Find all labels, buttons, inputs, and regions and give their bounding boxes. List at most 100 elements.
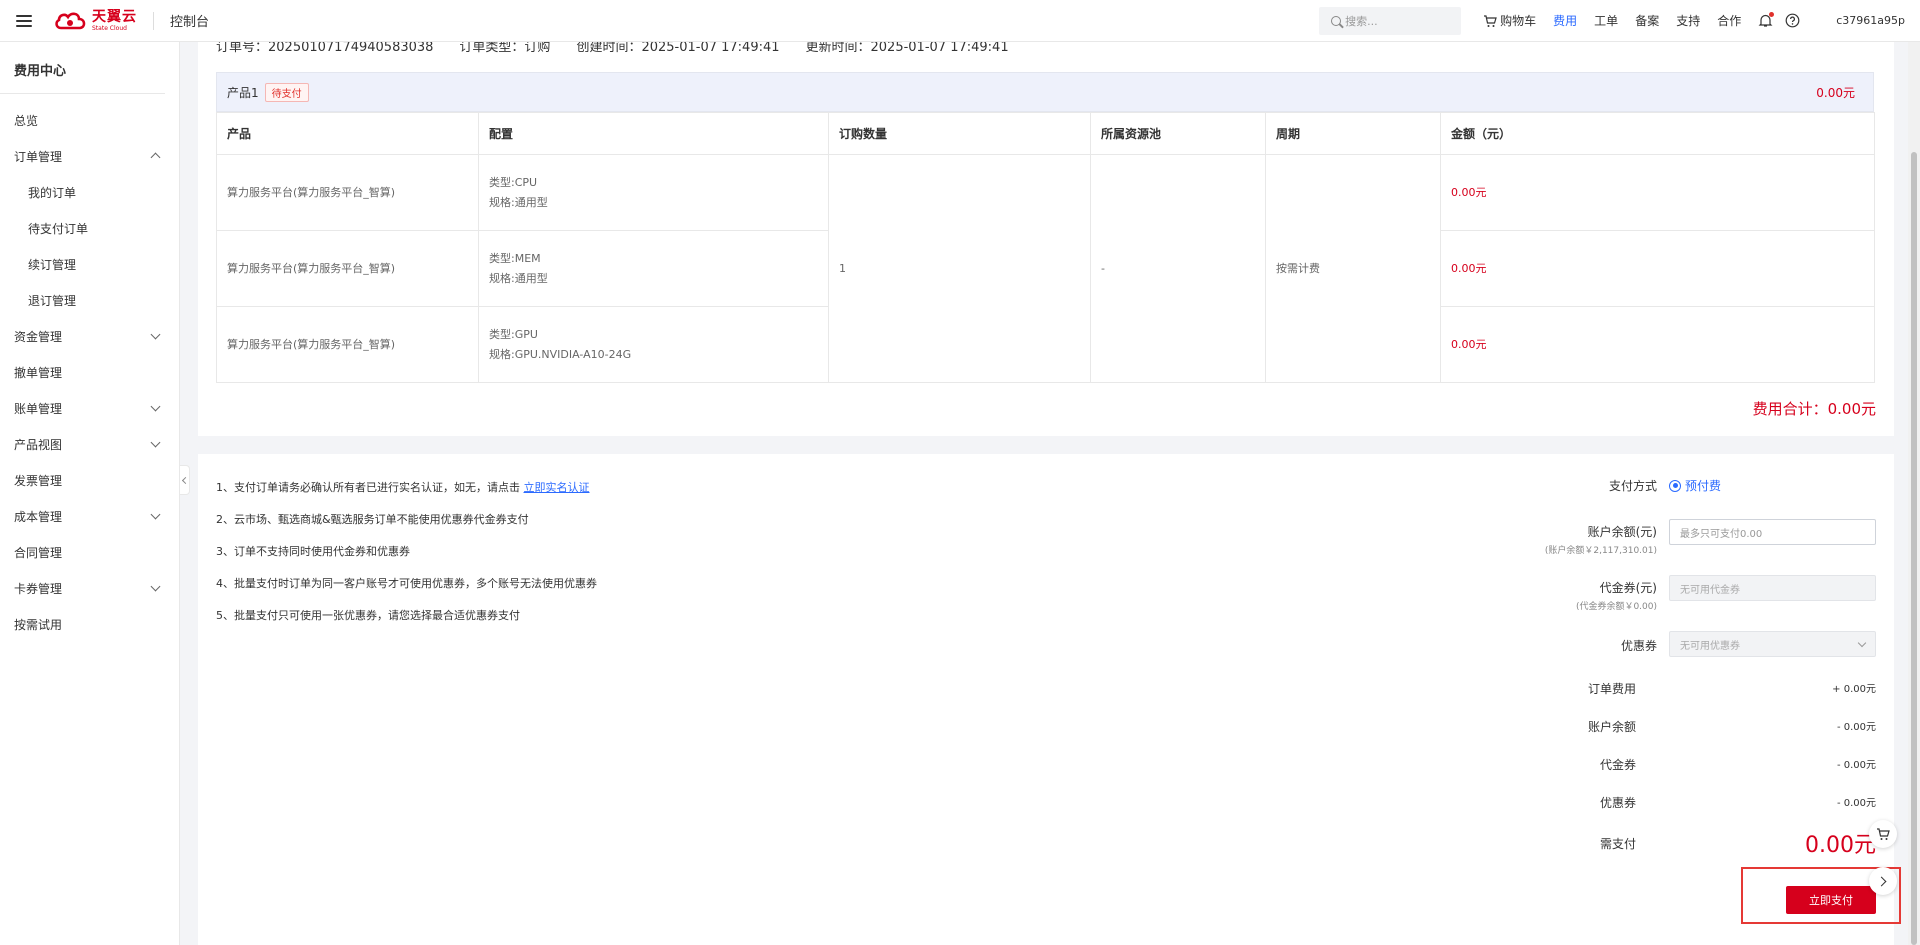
cell-pool: -: [1090, 154, 1266, 383]
sidebar-item[interactable]: 按需试用: [0, 606, 179, 642]
sidebar-item-label: 合同管理: [14, 545, 63, 560]
cart-icon: [1484, 14, 1497, 27]
search-input[interactable]: 搜索...: [1319, 6, 1462, 35]
balance-sub: (账户余额￥2,117,310.01): [1544, 546, 1657, 556]
sidebar-item[interactable]: 合同管理: [0, 534, 179, 570]
real-name-auth-link[interactable]: 立即实名认证: [524, 481, 590, 494]
pay-method-label: 支付方式: [1608, 479, 1657, 493]
sidebar-item[interactable]: 撤单管理: [0, 354, 179, 390]
acct-deduct-label: 账户余额: [1587, 720, 1636, 734]
nav-support[interactable]: 支持: [1676, 12, 1700, 29]
logo[interactable]: 天翼云 State Cloud: [54, 10, 137, 32]
logo-text-cn: 天翼云: [92, 8, 137, 25]
sidebar-item[interactable]: 卡券管理: [0, 570, 179, 606]
scrollbar[interactable]: [1908, 42, 1920, 945]
balance-label: 账户余额(元): [1587, 525, 1657, 539]
scrollbar-thumb[interactable]: [1911, 152, 1917, 945]
sidebar-item-label: 卡券管理: [14, 581, 63, 596]
sidebar-item-label: 按需试用: [14, 617, 63, 632]
sidebar-item[interactable]: 资金管理: [0, 318, 179, 354]
prepaid-radio[interactable]: 预付费: [1669, 477, 1721, 494]
cell-amount: 0.00元: [1440, 306, 1875, 383]
need-pay-value: 0.00元: [1805, 833, 1876, 858]
voucher-label: 代金券(元): [1599, 581, 1657, 595]
help-icon[interactable]: [1785, 13, 1800, 28]
sidebar-item-label: 总览: [14, 113, 39, 128]
bell-icon[interactable]: [1758, 12, 1775, 28]
note-2: 2、云市场、甄选商城&甄选服务订单不能使用优惠券代金券支付: [216, 513, 529, 526]
cell-product: 算力服务平台(算力服务平台_智算): [216, 154, 479, 231]
status-badge: 待支付: [264, 82, 309, 102]
sidebar-item[interactable]: 订单管理: [0, 138, 179, 174]
acct-deduct-value: - 0.00元: [1836, 722, 1876, 733]
sidebar-item[interactable]: 总览: [0, 102, 179, 138]
top-navbar: 天翼云 State Cloud 控制台 搜索... 购物车 费用 工单 备案 支…: [0, 0, 1920, 42]
col-header: 所属资源池: [1090, 112, 1266, 155]
cell-amount: 0.00元: [1440, 230, 1875, 307]
user-account[interactable]: c37961a95p: [1836, 14, 1905, 27]
nav-cart[interactable]: 购物车: [1483, 12, 1536, 29]
cell-product: 算力服务平台(算力服务平台_智算): [216, 230, 479, 307]
voucher-deduct-value: - 0.00元: [1836, 760, 1876, 771]
sidebar-item-label: 成本管理: [14, 509, 63, 524]
sidebar-item[interactable]: 续订管理: [0, 246, 179, 282]
sidebar-item-label: 发票管理: [14, 473, 63, 488]
nav-partner[interactable]: 合作: [1717, 12, 1741, 29]
sidebar-item[interactable]: 待支付订单: [0, 210, 179, 246]
sidebar-item[interactable]: 退订管理: [0, 282, 179, 318]
col-header: 配置: [478, 112, 829, 155]
chevron-down-icon: [150, 401, 161, 411]
chevron-down-icon: [150, 509, 161, 519]
divider: [153, 11, 154, 30]
fee-total: 费用合计：0.00元: [1752, 400, 1876, 418]
col-header: 周期: [1265, 112, 1441, 155]
nav-tickets[interactable]: 工单: [1594, 12, 1618, 29]
sidebar-item[interactable]: 成本管理: [0, 498, 179, 534]
console-link[interactable]: 控制台: [170, 11, 209, 30]
cell-config: 类型:GPU 规格:GPU.NVIDIA-A10-24G: [478, 306, 829, 383]
chevron-down-icon: [150, 437, 161, 447]
notification-dot: [1769, 12, 1775, 17]
cloud-logo-icon: [54, 11, 88, 31]
sidebar-item-label: 撤单管理: [14, 365, 63, 380]
col-header: 订购数量: [828, 112, 1091, 155]
chevron-up-icon: [150, 152, 161, 163]
menu-icon[interactable]: [16, 14, 32, 27]
logo-text-en: State Cloud: [92, 24, 127, 32]
cell-amount: 0.00元: [1440, 154, 1875, 231]
chevron-right-icon: [1876, 876, 1887, 886]
col-header: 金额（元）: [1440, 112, 1875, 155]
sidebar-item-label: 产品视图: [14, 437, 63, 452]
voucher-input[interactable]: 无可用代金券: [1669, 575, 1876, 601]
nav-fees[interactable]: 费用: [1553, 12, 1577, 29]
table-header-row: 产品 配置 订购数量 所属资源池 周期 金额（元）: [216, 112, 1875, 155]
sidebar-item-label: 待支付订单: [28, 221, 89, 236]
coupon-select[interactable]: 无可用优惠券: [1669, 631, 1876, 657]
order-fee-label: 订单费用: [1587, 682, 1636, 696]
col-header: 产品: [216, 112, 479, 155]
chevron-down-icon: [150, 329, 161, 339]
sidebar-collapse-button[interactable]: [180, 465, 190, 495]
nav-filing[interactable]: 备案: [1635, 12, 1659, 29]
sidebar: 费用中心 总览订单管理我的订单待支付订单续订管理退订管理资金管理撤单管理账单管理…: [0, 42, 180, 945]
sidebar-item-label: 订单管理: [14, 149, 63, 164]
coupon-label: 优惠券: [1620, 639, 1657, 653]
payment-card: 1、支付订单请务必确认所有者已进行实名认证，如无，请点击 立即实名认证 2、云市…: [198, 454, 1894, 945]
sidebar-item-label: 我的订单: [28, 185, 77, 200]
sidebar-title: 费用中心: [0, 42, 165, 94]
floating-expand-button[interactable]: [1869, 867, 1897, 895]
balance-input[interactable]: 最多只可支付0.00: [1669, 519, 1876, 545]
cell-period: 按需计费: [1265, 154, 1441, 383]
voucher-sub: (代金券余额￥0.00): [1575, 602, 1657, 612]
payment-notes: 1、支付订单请务必确认所有者已进行实名认证，如无，请点击 立即实名认证 2、云市…: [216, 480, 597, 640]
order-detail-card: 订单号：20250107174940583038 订单类型：订购 创建时间：20…: [198, 40, 1894, 436]
sidebar-item[interactable]: 产品视图: [0, 426, 179, 462]
floating-cart-button[interactable]: [1869, 820, 1897, 848]
need-pay-label: 需支付: [1599, 836, 1636, 851]
sidebar-item-label: 退订管理: [28, 293, 77, 308]
sidebar-item[interactable]: 我的订单: [0, 174, 179, 210]
sidebar-item[interactable]: 发票管理: [0, 462, 179, 498]
sidebar-item[interactable]: 账单管理: [0, 390, 179, 426]
order-items-table: 产品 配置 订购数量 所属资源池 周期 金额（元） 算力服务平台(算力服务平台_…: [216, 112, 1875, 383]
chevron-down-icon: [1857, 638, 1867, 647]
